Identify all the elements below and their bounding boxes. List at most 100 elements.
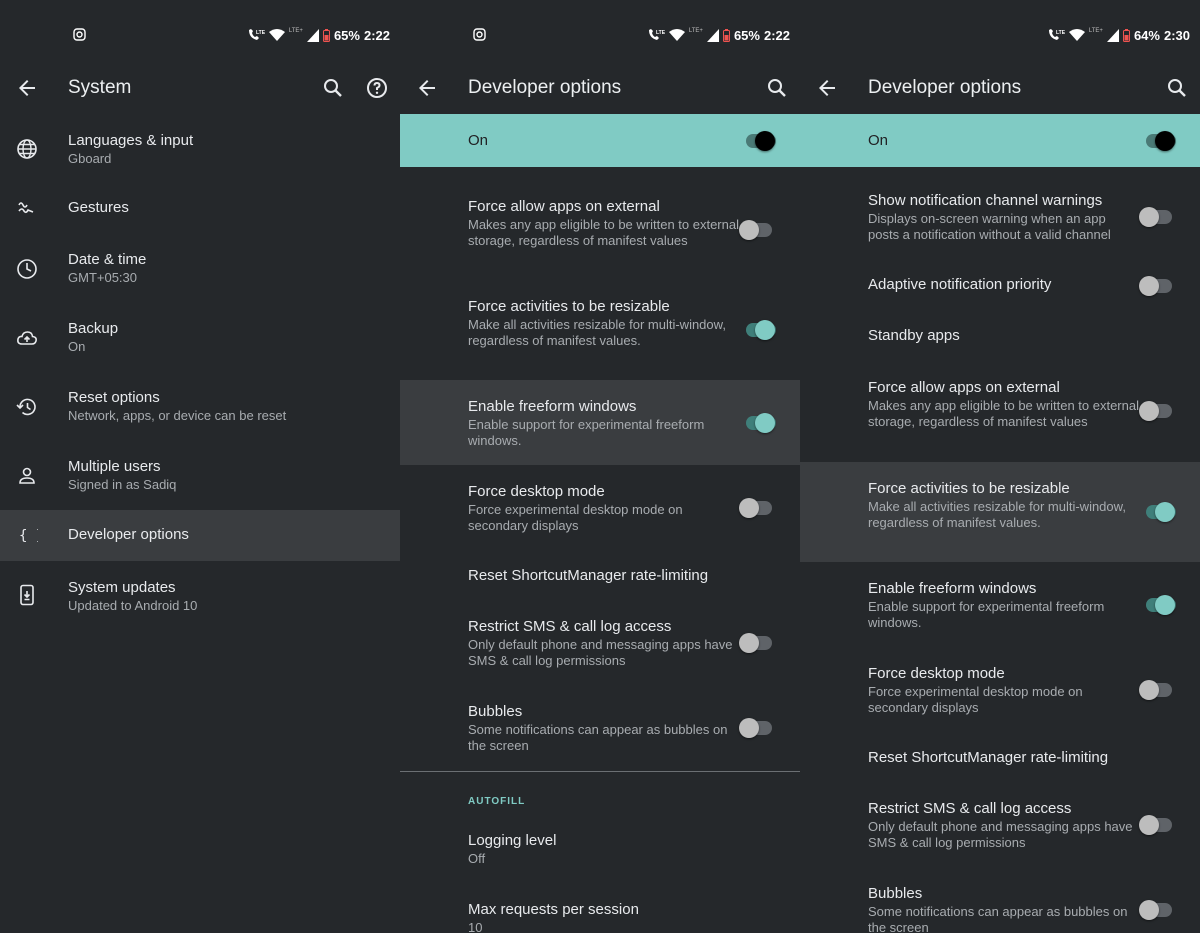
toggle-switch[interactable] [739, 498, 776, 518]
toggle-switch[interactable] [1142, 502, 1176, 522]
toggle-switch[interactable] [1139, 276, 1176, 296]
option-adaptive-notification-priority[interactable]: Adaptive notification priority [800, 262, 1200, 312]
item-subtitle: Only default phone and messaging apps ha… [868, 819, 1133, 850]
item-title: Date & time [68, 251, 147, 268]
option-force-desktop[interactable]: Force desktop mode Force experimental des… [400, 465, 800, 549]
search-icon[interactable] [321, 76, 345, 100]
option-force-allow-external[interactable]: Force allow apps on external Makes any ap… [400, 167, 800, 280]
option-restrict-sms[interactable]: Restrict SMS & call log access Only defau… [400, 600, 800, 685]
item-title: Standby apps [868, 327, 960, 344]
item-subtitle: Force experimental desktop mode on secon… [868, 684, 1083, 715]
option-force-allow-external[interactable]: Force allow apps on external Makes any ap… [800, 364, 1200, 462]
clock-time: 2:30 [1163, 27, 1190, 43]
option-force-desktop[interactable]: Force desktop mode Force experimental des… [800, 647, 1200, 731]
toggle-switch[interactable] [739, 220, 776, 240]
page-title: System [68, 77, 132, 98]
clock-time: 2:22 [763, 27, 790, 43]
item-title: Restrict SMS & call log access [468, 618, 672, 635]
item-subtitle: 10 [468, 920, 483, 933]
search-icon[interactable] [1165, 76, 1189, 100]
master-toggle-bar[interactable]: On [800, 114, 1200, 167]
settings-item-developer[interactable]: { } Developer options [0, 510, 400, 561]
toggle-switch[interactable] [742, 320, 776, 340]
master-toggle-label: On [468, 132, 489, 149]
master-toggle-bar[interactable]: On [400, 114, 800, 167]
settings-item-backup[interactable]: Backup On [0, 303, 400, 372]
item-subtitle: Only default phone and messaging apps ha… [468, 637, 733, 668]
toggle-switch[interactable] [1139, 680, 1176, 700]
option-logging-level[interactable]: Logging level Off [400, 820, 800, 889]
master-toggle-switch[interactable] [742, 131, 776, 151]
toggle-switch[interactable] [742, 413, 776, 433]
option-reset-shortcutmanager[interactable]: Reset ShortcutManager rate-limiting [800, 731, 1200, 782]
toggle-switch[interactable] [1139, 900, 1176, 920]
settings-item-date-time[interactable]: Date & time GMT+05:30 [0, 234, 400, 303]
svg-text:LTE: LTE [1056, 30, 1065, 36]
toggle-switch[interactable] [739, 633, 776, 653]
item-title: System updates [68, 579, 176, 596]
page-title: Developer options [868, 77, 1022, 98]
item-subtitle: Force experimental desktop mode on secon… [468, 502, 683, 533]
option-bubbles[interactable]: Bubbles Some notifications can appear as … [800, 867, 1200, 933]
option-force-resizable[interactable]: Force activities to be resizable Make all… [400, 280, 800, 380]
option-max-requests[interactable]: Max requests per session 10 [400, 889, 800, 933]
item-subtitle: Make all activities resizable for multi-… [468, 317, 726, 348]
option-restrict-sms[interactable]: Restrict SMS & call log access Only defau… [800, 782, 1200, 867]
option-standby-apps[interactable]: Standby apps [800, 312, 1200, 364]
settings-item-users[interactable]: Multiple users Signed in as Sadiq [0, 441, 400, 510]
clock-time: 2:22 [363, 27, 390, 43]
back-arrow-icon[interactable] [15, 76, 39, 100]
settings-item-languages[interactable]: Languages & input Gboard [0, 114, 400, 183]
signal-icon [306, 28, 319, 42]
toggle-switch[interactable] [1139, 401, 1176, 421]
item-title: Force activities to be resizable [468, 298, 670, 315]
item-subtitle: Gboard [68, 151, 112, 166]
item-subtitle: Some notifications can appear as bubbles… [868, 904, 1128, 933]
toggle-switch[interactable] [1142, 595, 1176, 615]
help-icon[interactable] [365, 76, 389, 100]
back-arrow-icon[interactable] [415, 76, 439, 100]
battery-icon [322, 28, 330, 42]
settings-item-updates[interactable]: System updates Updated to Android 10 [0, 561, 400, 630]
item-title: Force desktop mode [468, 483, 605, 500]
item-title: Force desktop mode [868, 665, 1005, 682]
settings-item-gestures[interactable]: Gestures [0, 183, 400, 234]
battery-icon [1122, 28, 1130, 42]
section-header-autofill: AUTOFILL [468, 796, 526, 807]
item-subtitle: Enable support for experimental freeform… [868, 599, 1105, 630]
item-subtitle: Network, apps, or device can be reset [68, 408, 287, 423]
wifi-icon [668, 28, 685, 41]
section-divider [400, 771, 800, 772]
item-subtitle: Some notifications can appear as bubbles… [468, 722, 728, 753]
option-bubbles[interactable]: Bubbles Some notifications can appear as … [400, 685, 800, 770]
item-title: Multiple users [68, 458, 161, 475]
option-freeform-windows[interactable]: Enable freeform windows Enable support fo… [800, 562, 1200, 647]
status-bar: LTE LTE+ 65% 2:22 [400, 0, 800, 70]
app-bar: Developer options [800, 62, 1200, 114]
toggle-switch[interactable] [739, 718, 776, 738]
toggle-switch[interactable] [1139, 207, 1176, 227]
option-freeform-windows[interactable]: Enable freeform windows Enable support fo… [400, 380, 800, 465]
back-arrow-icon[interactable] [815, 76, 839, 100]
battery-icon [722, 28, 730, 42]
app-bar: System [0, 62, 400, 114]
page-title: Developer options [468, 77, 622, 98]
history-icon [16, 398, 36, 416]
svg-text:{ }: { } [19, 528, 38, 544]
search-icon[interactable] [765, 76, 789, 100]
settings-item-reset[interactable]: Reset options Network, apps, or device ca… [0, 372, 400, 441]
option-notification-channel-warnings[interactable]: Show notification channel warnings Displa… [800, 167, 1200, 262]
status-bar: LTE LTE+ 64% 2:30 [800, 0, 1200, 70]
master-toggle-switch[interactable] [1142, 131, 1176, 151]
toggle-switch[interactable] [1139, 815, 1176, 835]
item-subtitle: Make all activities resizable for multi-… [868, 499, 1126, 530]
system-update-icon [20, 584, 34, 606]
item-title: Backup [68, 320, 119, 337]
app-bar: Developer options [400, 62, 800, 114]
globe-icon [17, 139, 37, 159]
battery-percent: 64% [1133, 27, 1160, 43]
option-reset-shortcutmanager[interactable]: Reset ShortcutManager rate-limiting [400, 549, 800, 600]
signal-icon [1106, 28, 1119, 42]
option-force-resizable[interactable]: Force activities to be resizable Make all… [800, 462, 1200, 562]
item-title: Bubbles [468, 703, 523, 720]
